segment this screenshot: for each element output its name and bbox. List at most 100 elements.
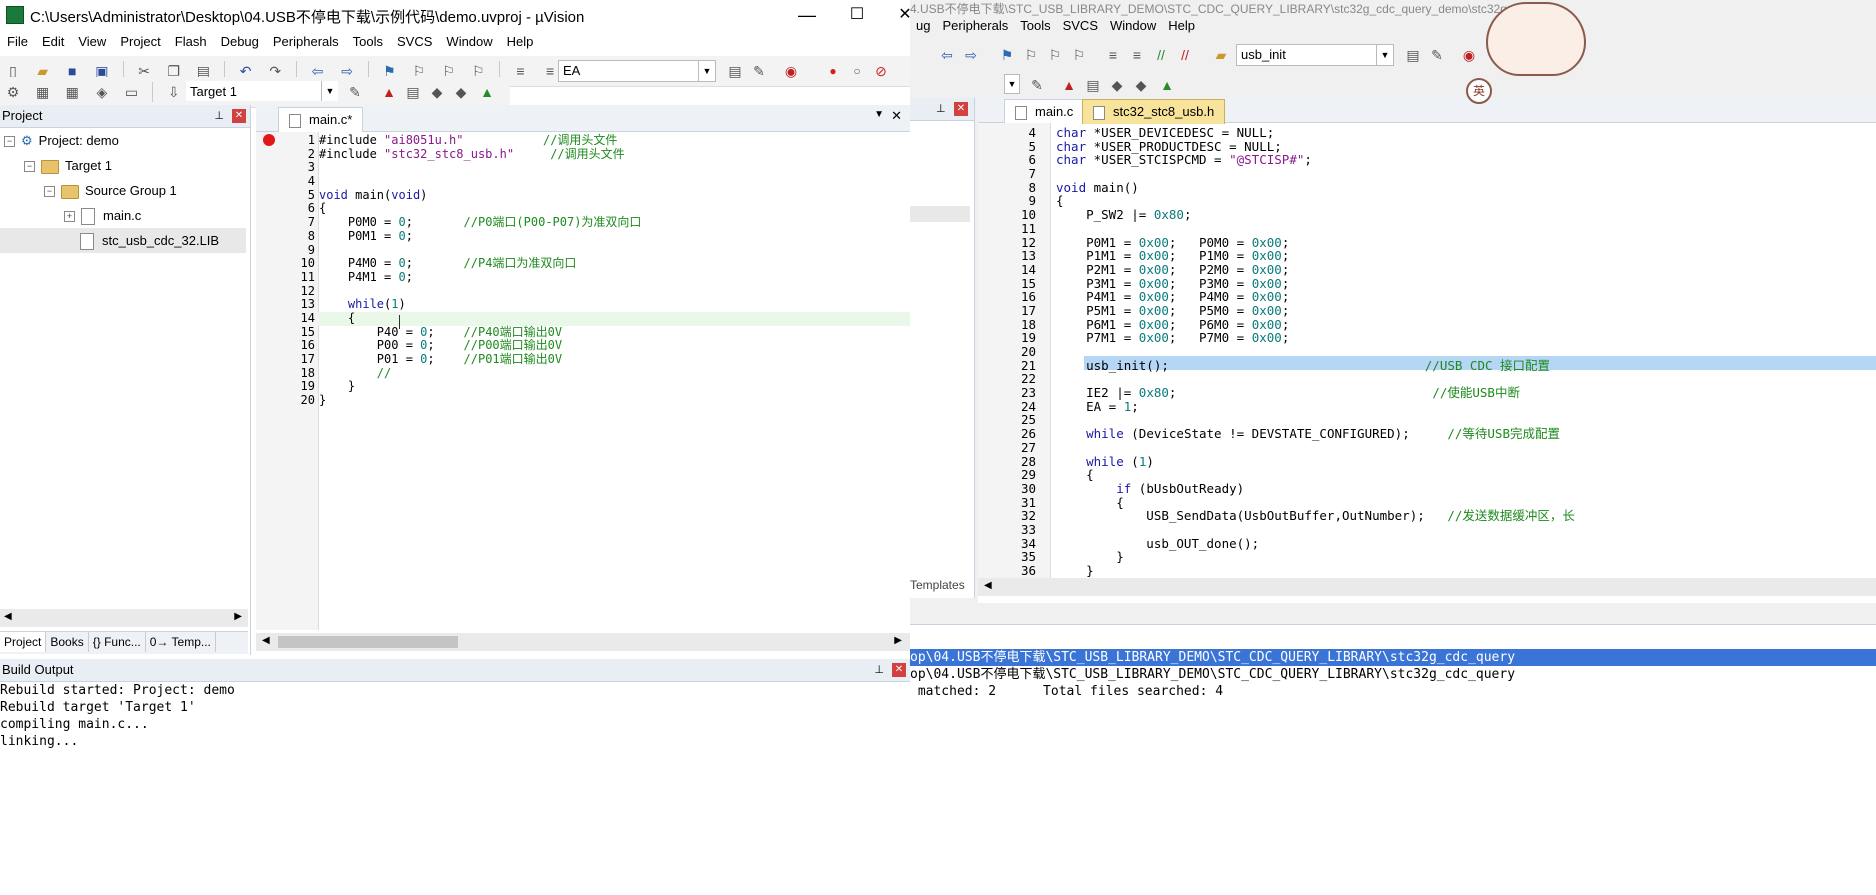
find-combo[interactable]: EA ▼ <box>558 60 716 82</box>
menu-help[interactable]: Help <box>1162 18 1201 33</box>
code-line[interactable]: 16 P00 = 0; //P00端口输出0V <box>256 338 910 353</box>
code-line[interactable]: 4 char *USER_DEVICEDESC = NULL; <box>978 126 1876 140</box>
project-hscrollbar[interactable]: ◀ ▶ <box>0 609 248 627</box>
comment-icon[interactable]: // <box>1150 44 1172 66</box>
code-line[interactable]: 11 P4M1 = 0; <box>256 270 910 285</box>
collapse-icon[interactable]: − <box>4 136 15 148</box>
menu-peripherals[interactable]: Peripherals <box>266 30 346 53</box>
maximize-button[interactable]: ☐ <box>832 0 882 30</box>
target-select[interactable]: Target 1 ▼ <box>186 81 338 101</box>
code-line[interactable]: 4 <box>256 174 910 189</box>
tree-project-root[interactable]: − ⚙ Project: demo <box>0 128 250 153</box>
code-line[interactable]: 18 // <box>256 366 910 381</box>
right-editor-code[interactable]: 4 char *USER_DEVICEDESC = NULL; 5 char *USE… <box>978 126 1876 578</box>
code-line[interactable]: 19 P7M1 = 0x00; P7M0 = 0x00; <box>978 331 1876 345</box>
chevron-down-icon[interactable]: ▼ <box>1004 74 1020 94</box>
bookmark-next-icon[interactable]: ⚐ <box>1044 44 1066 66</box>
code-line[interactable]: 15 P3M1 = 0x00; P3M0 = 0x00; <box>978 276 1876 291</box>
menu-file[interactable]: File <box>0 30 35 53</box>
compile-icon[interactable]: ⚙ <box>2 81 24 103</box>
tab-list-icon[interactable]: ▼ <box>874 109 884 120</box>
code-line[interactable]: 35 } <box>978 550 1876 564</box>
pack-installer-icon[interactable]: ◆ <box>450 81 472 103</box>
find-result-line[interactable]: op\04.USB不停电下载\STC_USB_LIBRARY_DEMO\STC_… <box>910 666 1515 683</box>
editor-tab-main-c[interactable]: main.c <box>1004 99 1085 124</box>
tab-project[interactable]: Project <box>0 632 47 652</box>
code-line[interactable]: 29 { <box>978 468 1876 482</box>
indent-icon[interactable]: ≡ <box>510 60 532 82</box>
collapse-icon[interactable]: − <box>44 186 55 198</box>
menu-tools[interactable]: Tools <box>1014 18 1056 33</box>
code-line[interactable]: 5 char *USER_PRODUCTDESC = NULL; <box>978 139 1876 154</box>
editor-hscrollbar[interactable]: ◀ ▶ <box>256 633 910 651</box>
code-line[interactable]: 32 USB_SendData(UsbOutBuffer,OutNumber);… <box>978 509 1876 523</box>
code-line[interactable]: 3 <box>256 161 910 175</box>
batch-build-icon[interactable]: ◈ <box>91 81 113 103</box>
chevron-down-icon[interactable]: ▼ <box>321 81 338 101</box>
code-line[interactable]: 17 P01 = 0; //P01端口输出0V <box>256 352 910 367</box>
code-line[interactable]: 7 <box>978 167 1876 181</box>
code-line[interactable]: 13 while(1) <box>256 297 910 312</box>
pack-installer-icon[interactable]: ◆ <box>1130 74 1152 96</box>
code-line[interactable]: 14 P2M1 = 0x00; P2M0 = 0x00; <box>978 263 1876 277</box>
code-line[interactable]: 8 P0M1 = 0; <box>256 229 910 244</box>
code-line[interactable]: 6 char *USER_STCISPCMD = "@STCISP#"; <box>978 153 1876 167</box>
zoom-icon[interactable]: ◉ <box>780 60 802 82</box>
tree-file-lib[interactable]: stc_usb_cdc_32.LIB <box>0 228 246 253</box>
code-line[interactable]: 20 <box>978 345 1876 359</box>
panel-close-icon[interactable]: ✕ <box>232 109 246 123</box>
rte-icon[interactable]: ◆ <box>1106 74 1128 96</box>
code-line[interactable]: 10 P4M0 = 0; //P4端口为准双向口 <box>256 256 910 271</box>
pin-icon[interactable]: ⊥ <box>936 98 946 120</box>
code-line[interactable]: 22 <box>978 372 1876 386</box>
indent-icon[interactable]: ≡ <box>1102 44 1124 66</box>
code-line[interactable]: 36 } <box>978 564 1876 578</box>
code-line[interactable]: 9{ <box>978 194 1876 208</box>
menu-peripherals[interactable]: Peripherals <box>936 18 1014 33</box>
rte-icon[interactable]: ◆ <box>426 81 448 103</box>
menu-window[interactable]: Window <box>439 30 499 53</box>
code-line[interactable]: 31 { <box>978 495 1876 510</box>
menu-debug[interactable]: Debug <box>214 30 266 53</box>
pin-icon[interactable]: ⊥ <box>874 659 884 681</box>
code-line[interactable]: 11 <box>978 222 1876 236</box>
unindent-icon[interactable]: ≡ <box>1126 44 1148 66</box>
build-icon[interactable]: ▦ <box>32 81 54 103</box>
find-in-files-icon[interactable]: ▰ <box>1210 44 1232 66</box>
code-line[interactable]: 26 while (DeviceState != DEVSTATE_CONFIG… <box>978 427 1876 441</box>
find-result-line-selected[interactable]: op\04.USB不停电下载\STC_USB_LIBRARY_DEMO\STC_… <box>910 649 1876 666</box>
tree-target[interactable]: − Target 1 <box>0 153 250 178</box>
menu-window[interactable]: Window <box>1104 18 1162 33</box>
tab-books[interactable]: Books <box>46 632 89 652</box>
uncomment-icon[interactable]: // <box>1174 44 1196 66</box>
find-icon[interactable]: ▤ <box>724 60 746 82</box>
menu-debug[interactable]: ug <box>910 18 936 33</box>
select-packs-icon[interactable]: ▲ <box>1156 74 1178 96</box>
bookmark-clear-icon[interactable]: ⚐ <box>1068 44 1090 66</box>
inspect-icon[interactable]: ✎ <box>748 60 770 82</box>
manage-components-icon[interactable]: ▲ <box>378 81 400 103</box>
chevron-down-icon[interactable]: ▼ <box>698 61 715 81</box>
code-line[interactable]: 10 P_SW2 |= 0x80; <box>978 208 1876 222</box>
stop-build-icon[interactable]: ▭ <box>121 81 143 103</box>
manage-components-icon[interactable]: ▲ <box>1058 74 1080 96</box>
code-line[interactable]: 23 IE2 |= 0x80; //使能USB中断 <box>978 386 1876 400</box>
collapse-icon[interactable]: − <box>24 161 35 173</box>
breakpoint-kill-icon[interactable]: ⊘ <box>870 60 892 82</box>
menu-edit[interactable]: Edit <box>35 30 71 53</box>
nav-back-icon[interactable]: ⇦ <box>936 44 958 66</box>
panel-close-icon[interactable]: ✕ <box>954 102 968 116</box>
code-line[interactable]: 33 <box>978 523 1876 537</box>
rebuild-icon[interactable]: ▦ <box>61 81 83 103</box>
inspect-icon[interactable]: ✎ <box>1426 44 1448 66</box>
manage-books-icon[interactable]: ▤ <box>1082 74 1104 96</box>
menu-svcs[interactable]: SVCS <box>1057 18 1104 33</box>
code-line[interactable]: 7 P0M0 = 0; //P0端口(P00-P07)为准双向口 <box>256 215 910 230</box>
chevron-down-icon[interactable]: ▼ <box>1376 45 1393 65</box>
menu-view[interactable]: View <box>71 30 113 53</box>
code-line[interactable]: 12 P0M1 = 0x00; P0M0 = 0x00; <box>978 235 1876 250</box>
bookmark-icon[interactable]: ⚑ <box>996 44 1018 66</box>
code-line[interactable]: 19 } <box>256 380 910 394</box>
breakpoint-icon[interactable]: ● <box>822 60 844 82</box>
code-line[interactable]: 18 P6M1 = 0x00; P6M0 = 0x00; <box>978 317 1876 332</box>
